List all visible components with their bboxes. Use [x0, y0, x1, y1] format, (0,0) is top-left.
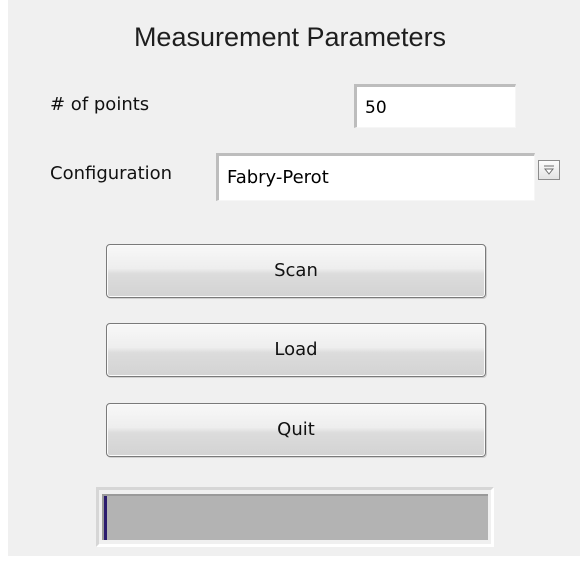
points-label: # of points — [50, 94, 150, 115]
dropdown-arrow-icon[interactable] — [538, 160, 560, 180]
points-input[interactable]: 50 — [354, 84, 516, 128]
quit-button[interactable]: Quit — [106, 403, 486, 457]
configuration-select[interactable]: Fabry-Perot — [216, 153, 535, 201]
scan-button[interactable]: Scan — [106, 244, 486, 298]
progress-fill — [104, 496, 107, 540]
configuration-value: Fabry-Perot — [227, 167, 329, 188]
progress-track — [102, 494, 488, 540]
load-button[interactable]: Load — [106, 323, 486, 377]
panel-title: Measurement Parameters — [133, 22, 447, 52]
progress-bar — [96, 487, 494, 547]
configuration-label: Configuration — [50, 163, 173, 184]
